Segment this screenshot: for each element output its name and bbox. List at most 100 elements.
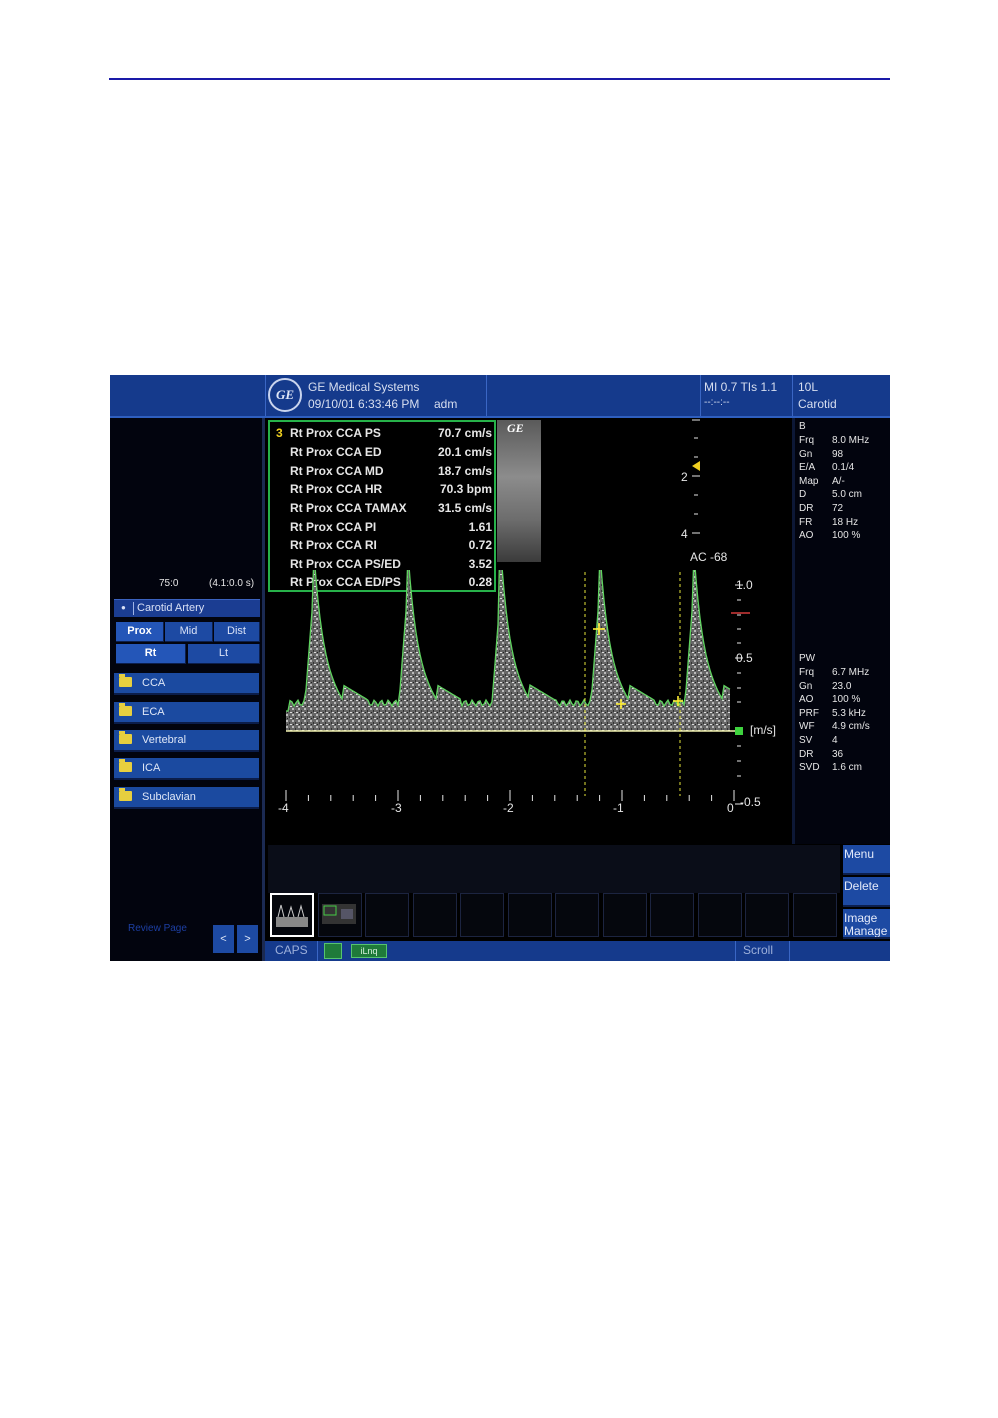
acoustic-clip-readout: AC -68 bbox=[690, 550, 728, 564]
parameter-value: 4 bbox=[832, 735, 838, 746]
clock-readout: --:--:-- bbox=[704, 397, 730, 408]
parameter-value: 98 bbox=[832, 448, 844, 460]
carotid-artery-header[interactable]: ● Carotid Artery bbox=[114, 599, 260, 617]
header-separator bbox=[700, 375, 701, 416]
cine-thumbnail[interactable] bbox=[507, 893, 552, 937]
parameter-name: SV bbox=[799, 735, 813, 746]
parameter-name: DR bbox=[799, 503, 814, 514]
ge-logo-icon: GE bbox=[507, 421, 524, 435]
collapse-icon: ● bbox=[121, 603, 126, 612]
bmode-reference-image[interactable]: GE bbox=[497, 420, 541, 562]
menu-button[interactable]: Menu bbox=[843, 845, 890, 875]
thumbnail-strip bbox=[268, 893, 840, 939]
next-page-button[interactable]: > bbox=[237, 925, 258, 953]
parameter-value: 100 % bbox=[832, 530, 861, 542]
measurement-row: Rt Prox CCA HR 70.3 bpm bbox=[270, 480, 494, 498]
bmode-title: B bbox=[799, 421, 806, 432]
right-side-button[interactable]: Rt bbox=[116, 644, 186, 664]
left-side-button[interactable]: Lt bbox=[188, 644, 260, 664]
measurement-label: Rt Prox CCA RI bbox=[290, 538, 377, 552]
parameter-name: E/A bbox=[799, 462, 816, 474]
time-label-neg-4: -4 bbox=[278, 801, 289, 815]
baseline-handle[interactable] bbox=[735, 727, 743, 735]
cine-thumbnail[interactable] bbox=[460, 893, 504, 937]
parameter-value: 23.0 bbox=[832, 680, 852, 692]
cine-thumbnail[interactable] bbox=[270, 893, 314, 937]
ultrasound-screen: GE GE Medical Systems 09/10/01 6:33:46 P… bbox=[110, 375, 890, 961]
parameter-value: A/- bbox=[832, 475, 845, 487]
vessel-item-cca[interactable]: CCA bbox=[114, 673, 259, 695]
header-separator bbox=[265, 375, 266, 416]
cine-thumbnail[interactable] bbox=[745, 893, 789, 937]
parameter-value: 8.0 MHz bbox=[832, 435, 870, 446]
cine-thumbnail[interactable] bbox=[412, 893, 457, 937]
parameter-name: Gn bbox=[799, 680, 813, 692]
status-separator bbox=[789, 941, 790, 961]
scroll-indicator: Scroll bbox=[743, 943, 774, 957]
parameter-name: SVD bbox=[799, 762, 820, 774]
parameter-name: Frq bbox=[799, 435, 814, 446]
trackball-icon[interactable] bbox=[324, 943, 342, 959]
preset-name: Carotid bbox=[798, 397, 837, 411]
depth-mark-4: 4 bbox=[681, 527, 688, 541]
previous-page-button[interactable]: < bbox=[213, 925, 234, 953]
velocity-unit: [m/s] bbox=[750, 723, 776, 737]
prox-button[interactable]: Prox bbox=[116, 622, 164, 642]
measurement-label: Rt Prox CCA ED bbox=[290, 445, 382, 459]
time-label-neg-2: -2 bbox=[503, 801, 514, 815]
vessel-item-eca[interactable]: ECA bbox=[114, 702, 259, 724]
vessel-item-subclavian[interactable]: Subclavian bbox=[114, 787, 259, 809]
parameter-name: Gn bbox=[799, 448, 813, 460]
measurement-label: Rt Prox CCA PS bbox=[290, 426, 381, 440]
vessel-label: CCA bbox=[142, 677, 166, 689]
measurement-row: Rt Prox CCA TAMAX 31.5 cm/s bbox=[270, 499, 494, 517]
left-panel-divider bbox=[262, 418, 265, 961]
company-name: GE Medical Systems bbox=[308, 380, 420, 394]
parameter-value: 6.7 MHz bbox=[832, 667, 870, 678]
parameter-name: WF bbox=[799, 721, 815, 733]
cine-thumbnail[interactable] bbox=[365, 893, 409, 937]
spectrum-thumbnail-icon bbox=[276, 904, 308, 927]
measurement-value: 20.1 cm/s bbox=[437, 445, 492, 459]
spectrum-fill bbox=[286, 570, 730, 731]
vessel-label: Vertebral bbox=[142, 734, 187, 746]
parameter-value: 4.9 cm/s bbox=[832, 721, 870, 733]
cine-thumbnail[interactable] bbox=[555, 893, 599, 937]
vessel-item-ica[interactable]: ICA bbox=[114, 758, 259, 780]
divider bbox=[133, 602, 134, 615]
folder-icon bbox=[119, 674, 132, 687]
cine-thumbnail[interactable] bbox=[650, 893, 694, 937]
ilnq-button[interactable]: iLnq bbox=[351, 944, 387, 958]
focus-marker-icon bbox=[692, 461, 700, 471]
header-separator bbox=[792, 375, 793, 416]
mid-button[interactable]: Mid bbox=[165, 622, 213, 642]
header-separator bbox=[486, 375, 487, 416]
exam-datetime: 09/10/01 6:33:46 PM bbox=[308, 397, 420, 411]
review-page-label[interactable]: Review Page bbox=[128, 923, 187, 934]
folder-icon bbox=[119, 759, 132, 772]
image-manage-button[interactable]: Image Manage bbox=[843, 909, 890, 939]
measurement-value: 70.3 bpm bbox=[439, 482, 492, 496]
time-label-0: 0 bbox=[727, 801, 734, 815]
delete-button[interactable]: Delete bbox=[843, 877, 890, 907]
user-id: adm bbox=[434, 397, 458, 411]
cine-thumbnail[interactable] bbox=[697, 893, 742, 937]
cine-thumbnail[interactable] bbox=[602, 893, 647, 937]
folder-icon bbox=[119, 703, 132, 716]
cine-thumbnail[interactable] bbox=[317, 893, 362, 937]
vessel-label: ECA bbox=[142, 706, 165, 718]
cine-thumbnail[interactable] bbox=[792, 893, 837, 937]
parameter-name: PRF bbox=[799, 707, 819, 719]
frame-info: 75:0 bbox=[159, 578, 179, 589]
measurement-value: 1.61 bbox=[468, 520, 492, 534]
page-top-rule bbox=[109, 78, 890, 80]
vessel-item-vertebral[interactable]: Vertebral bbox=[114, 730, 259, 752]
doppler-spectrum[interactable] bbox=[268, 570, 800, 828]
vessel-label: ICA bbox=[142, 762, 161, 774]
measurement-value: 0.72 bbox=[468, 538, 492, 552]
velocity-label-0-5: 0.5 bbox=[736, 651, 753, 665]
measurement-label: Rt Prox CCA PS/ED bbox=[290, 557, 401, 571]
folder-icon bbox=[119, 788, 132, 801]
time-label-neg-1: -1 bbox=[613, 801, 624, 815]
dist-button[interactable]: Dist bbox=[214, 622, 260, 642]
